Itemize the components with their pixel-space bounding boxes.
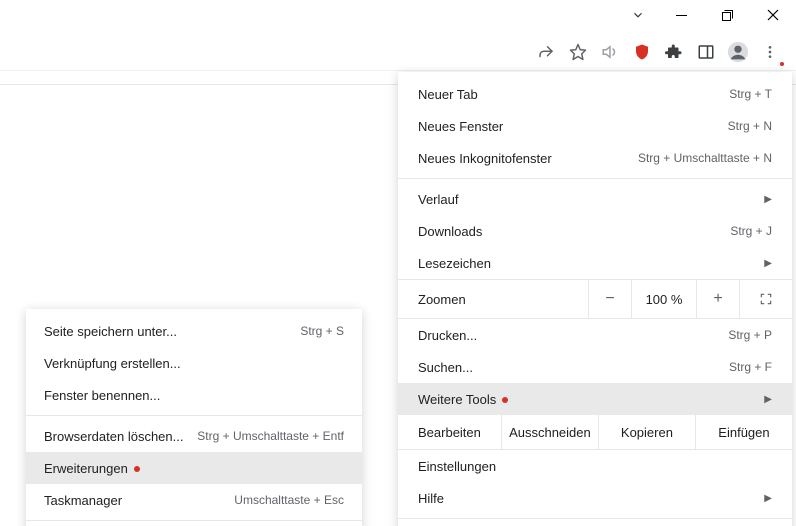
window-controls: [618, 0, 796, 30]
menu-item-label: Hilfe: [418, 491, 756, 506]
zoom-controls: − 100 % +: [588, 280, 792, 318]
sidepanel-icon: [697, 43, 715, 61]
submenu-item-label: Seite speichern unter...: [44, 324, 300, 339]
menu-item-shortcut: Strg + F: [729, 360, 772, 374]
menu-separator: [26, 520, 362, 521]
menu-new-window[interactable]: Neues Fenster Strg + N: [398, 110, 792, 142]
menu-item-label: Drucken...: [418, 328, 728, 343]
chevron-down-icon: [631, 8, 645, 22]
profile-icon: [727, 41, 749, 63]
zoom-out-button[interactable]: −: [589, 280, 632, 318]
submenu-create-shortcut[interactable]: Verknüpfung erstellen...: [26, 347, 362, 379]
menu-edit-row: Bearbeiten Ausschneiden Kopieren Einfüge…: [398, 415, 792, 450]
submenu-item-label: Verknüpfung erstellen...: [44, 356, 344, 371]
submenu-arrow-icon: ▶: [764, 394, 772, 405]
submenu-arrow-icon: ▶: [764, 493, 772, 504]
sound-button[interactable]: [594, 36, 626, 68]
submenu-name-window[interactable]: Fenster benennen...: [26, 379, 362, 411]
annotation-dot: [134, 466, 140, 472]
fullscreen-button[interactable]: [740, 280, 792, 318]
menu-item-label: Neues Inkognitofenster: [418, 151, 638, 166]
submenu-clear-data[interactable]: Browserdaten löschen... Strg + Umschaltt…: [26, 420, 362, 452]
edit-cut-button[interactable]: Ausschneiden: [501, 415, 598, 449]
menu-print[interactable]: Drucken... Strg + P: [398, 319, 792, 351]
dots-vertical-icon: [762, 44, 778, 60]
menu-item-label: Weitere Tools: [418, 392, 756, 407]
share-button[interactable]: [530, 36, 562, 68]
notification-dot: [780, 62, 784, 66]
close-button[interactable]: [750, 0, 796, 30]
edit-copy-button[interactable]: Kopieren: [598, 415, 695, 449]
sound-icon: [601, 43, 619, 61]
menu-help[interactable]: Hilfe ▶: [398, 482, 792, 514]
extensions-button[interactable]: [658, 36, 690, 68]
menu-separator: [398, 518, 792, 519]
submenu-item-shortcut: Strg + S: [300, 324, 344, 338]
tab-dropdown-button[interactable]: [618, 0, 658, 30]
menu-more-tools[interactable]: Weitere Tools ▶: [398, 383, 792, 415]
chrome-main-menu: Neuer Tab Strg + T Neues Fenster Strg + …: [398, 72, 792, 526]
zoom-label: Zoomen: [418, 292, 588, 307]
submenu-item-label: Fenster benennen...: [44, 388, 344, 403]
menu-item-label: Verlauf: [418, 192, 756, 207]
menu-separator: [26, 415, 362, 416]
menu-zoom-row: Zoomen − 100 % +: [398, 279, 792, 319]
annotation-dot: [502, 397, 508, 403]
submenu-item-label: Taskmanager: [44, 493, 234, 508]
menu-item-label: Suchen...: [418, 360, 729, 375]
submenu-taskmanager[interactable]: Taskmanager Umschalttaste + Esc: [26, 484, 362, 516]
menu-item-label: Neues Fenster: [418, 119, 728, 134]
menu-downloads[interactable]: Downloads Strg + J: [398, 215, 792, 247]
sidepanel-button[interactable]: [690, 36, 722, 68]
browser-toolbar: [0, 34, 796, 71]
menu-item-shortcut: Strg + T: [729, 87, 772, 101]
shield-extension-button[interactable]: [626, 36, 658, 68]
maximize-button[interactable]: [704, 0, 750, 30]
menu-item-shortcut: Strg + Umschalttaste + N: [638, 151, 772, 165]
submenu-save-page[interactable]: Seite speichern unter... Strg + S: [26, 315, 362, 347]
submenu-arrow-icon: ▶: [764, 258, 772, 269]
menu-item-shortcut: Strg + N: [728, 119, 772, 133]
menu-bookmarks[interactable]: Lesezeichen ▶: [398, 247, 792, 279]
edit-actions: Ausschneiden Kopieren Einfügen: [501, 415, 792, 449]
chrome-menu-button[interactable]: [754, 36, 786, 68]
submenu-item-label: Erweiterungen: [44, 461, 344, 476]
menu-item-label: Einstellungen: [418, 459, 772, 474]
star-icon: [569, 43, 587, 61]
more-tools-submenu: Seite speichern unter... Strg + S Verknü…: [26, 309, 362, 526]
menu-new-incognito[interactable]: Neues Inkognitofenster Strg + Umschaltta…: [398, 142, 792, 174]
menu-new-tab[interactable]: Neuer Tab Strg + T: [398, 78, 792, 110]
submenu-item-shortcut: Umschalttaste + Esc: [234, 493, 344, 507]
submenu-item-shortcut: Strg + Umschalttaste + Entf: [197, 429, 344, 443]
menu-history[interactable]: Verlauf ▶: [398, 183, 792, 215]
menu-settings[interactable]: Einstellungen: [398, 450, 792, 482]
zoom-in-button[interactable]: +: [697, 280, 740, 318]
menu-item-label: Lesezeichen: [418, 256, 756, 271]
share-icon: [537, 43, 555, 61]
menu-item-label: Downloads: [418, 224, 730, 239]
close-icon: [767, 9, 779, 21]
menu-separator: [398, 178, 792, 179]
minimize-icon: [676, 10, 687, 21]
zoom-value: 100 %: [632, 280, 697, 318]
shield-icon: [633, 43, 651, 61]
edit-paste-button[interactable]: Einfügen: [695, 415, 792, 449]
submenu-item-label: Browserdaten löschen...: [44, 429, 197, 444]
menu-find[interactable]: Suchen... Strg + F: [398, 351, 792, 383]
menu-item-label: Neuer Tab: [418, 87, 729, 102]
maximize-icon: [722, 10, 733, 21]
puzzle-icon: [665, 43, 683, 61]
fullscreen-icon: [759, 292, 773, 306]
bookmark-star-button[interactable]: [562, 36, 594, 68]
profile-button[interactable]: [722, 36, 754, 68]
submenu-arrow-icon: ▶: [764, 194, 772, 205]
menu-item-shortcut: Strg + J: [730, 224, 772, 238]
submenu-extensions[interactable]: Erweiterungen: [26, 452, 362, 484]
edit-label: Bearbeiten: [398, 425, 501, 440]
menu-item-shortcut: Strg + P: [728, 328, 772, 342]
minimize-button[interactable]: [658, 0, 704, 30]
